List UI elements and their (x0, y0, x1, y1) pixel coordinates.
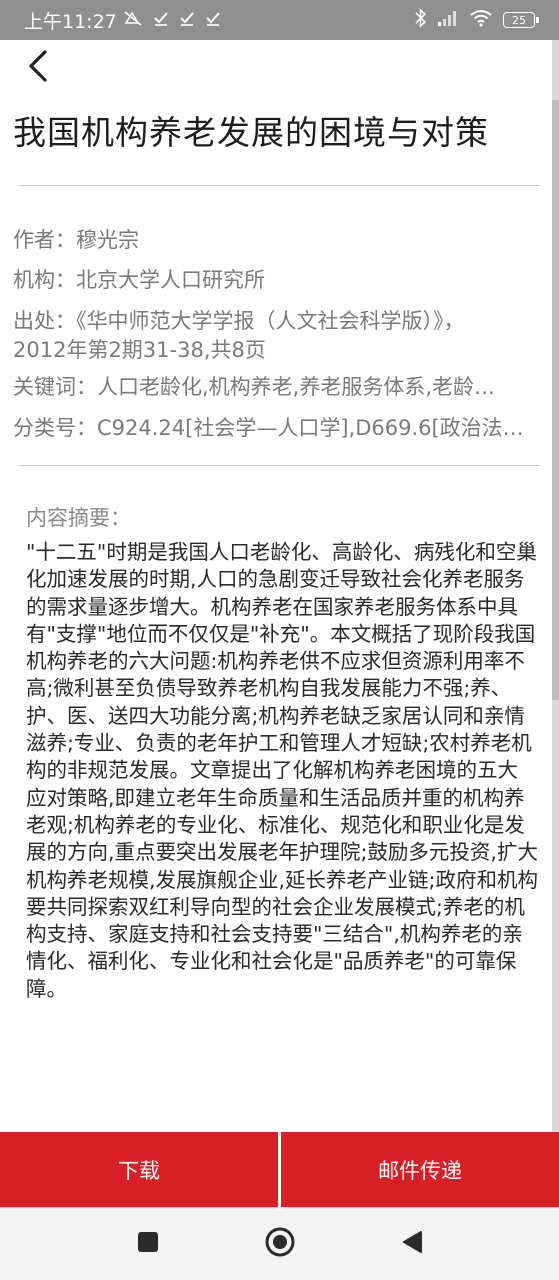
abstract-label: 内容摘要： (26, 506, 131, 530)
back-button[interactable] (18, 48, 58, 88)
status-left: 上午11:27 (24, 7, 221, 34)
status-time: 上午11:27 (24, 10, 117, 33)
keywords-row: 关键词：人口老龄化,机构养老,养老服务体系,老龄… (13, 375, 496, 399)
institution-row: 机构：北京大学人口研究所 (13, 268, 265, 292)
square-icon (137, 1231, 159, 1257)
scrollbar-thumb[interactable] (552, 100, 559, 700)
back-nav-button[interactable] (394, 1226, 430, 1262)
home-button[interactable] (262, 1226, 298, 1262)
chevron-left-icon (27, 49, 49, 87)
check-icon (205, 10, 221, 30)
status-bar: 上午11:27 25 (0, 0, 559, 40)
screen: 上午11:27 25 我国机构养老发展的困境与对策 作者：穆光宗 机构：北京大学… (0, 0, 559, 1280)
home-circle-icon (264, 1226, 296, 1262)
download-button[interactable]: 下载 (0, 1132, 278, 1207)
battery-icon: 25 (503, 12, 539, 28)
notification-icon (123, 9, 143, 32)
source-row: 出处：《华中师范大学学报（人文社会科学版）》，2012年第2期31-38,共8页 (13, 309, 465, 362)
author-row: 作者：穆光宗 (13, 228, 139, 252)
status-right: 25 (415, 7, 539, 33)
triangle-back-icon (401, 1230, 423, 1258)
abstract-text: "十二五"时期是我国人口老龄化、高龄化、病残化和空巢化加速发展的时期,人口的急剧… (26, 540, 538, 1001)
check-icon (153, 10, 169, 30)
bluetooth-icon (415, 7, 427, 33)
recents-button[interactable] (130, 1226, 166, 1262)
classification-row: 分类号：C924.24[社会学—人口学],D669.6[政治法… (13, 416, 524, 440)
divider (18, 185, 540, 186)
article-title: 我国机构养老发展的困境与对策 (13, 113, 489, 152)
battery-level: 25 (512, 13, 526, 27)
action-bar: 下载 邮件传递 (0, 1132, 559, 1207)
wifi-icon (469, 9, 493, 32)
email-delivery-button[interactable]: 邮件传递 (281, 1132, 559, 1207)
signal-icon (437, 9, 459, 32)
divider (18, 465, 540, 466)
check-icon (179, 10, 195, 30)
system-nav-bar (0, 1207, 559, 1280)
